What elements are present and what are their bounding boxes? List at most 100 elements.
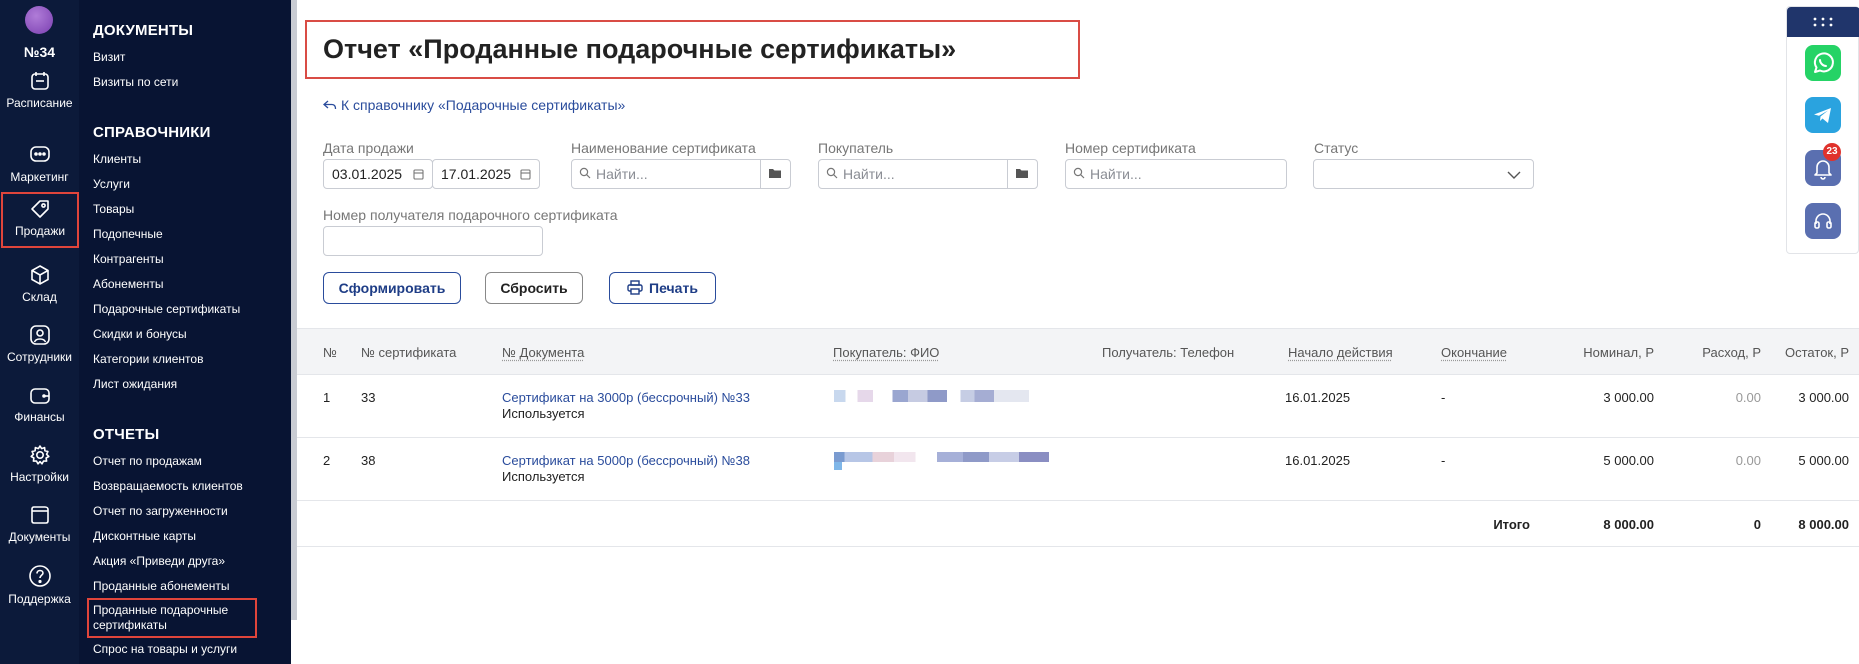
menu-item-wards[interactable]: Подопечные [93,227,163,241]
table-header: № № сертификата № Документа Покупатель: … [297,328,1859,375]
rail-item-settings[interactable]: Настройки [0,440,79,496]
menu-item-refer-friend[interactable]: Акция «Приведи друга» [93,554,225,568]
col-document[interactable]: № Документа [502,345,584,360]
recipient-number-label: Номер получателя подарочного сертификата [323,207,618,223]
rail-label: Склад [22,290,57,304]
rail-item-support[interactable]: Поддержка [0,560,79,616]
chat-icon [29,146,50,162]
menu-item-client-return[interactable]: Возвращаемость клиентов [93,479,243,493]
buyer-placeholder: Найти... [843,166,895,182]
col-nominal: Номинал, Р [1583,345,1654,360]
whatsapp-button[interactable] [1805,45,1841,81]
cell-doc-link[interactable]: Сертификат на 3000р (бессрочный) №33 [502,390,750,405]
reset-button[interactable]: Сбросить [485,272,583,304]
back-link[interactable]: К справочнику «Подарочные сертификаты» [323,97,625,113]
cell-cert: 33 [361,390,376,405]
telegram-button[interactable] [1805,97,1841,133]
col-end[interactable]: Окончание [1441,345,1507,360]
rail-item-documents[interactable]: Документы [0,500,79,556]
menu-heading-reports: ОТЧЕТЫ [93,426,160,443]
menu-item-goods[interactable]: Товары [93,202,134,216]
cell-end: - [1441,453,1446,468]
col-buyer[interactable]: Покупатель: ФИО [833,345,939,360]
menu-item-demand[interactable]: Спрос на товары и услуги [93,642,237,656]
cert-name-placeholder: Найти... [596,166,648,182]
menu-item-network-visits[interactable]: Визиты по сети [93,75,178,89]
cell-doc-status: Используется [502,469,585,484]
back-arrow-icon [323,100,337,110]
menu-item-sales-report[interactable]: Отчет по продажам [93,454,202,468]
col-start[interactable]: Начало действия [1288,345,1393,360]
col-recipient-phone: Получатель: Телефон [1102,345,1235,360]
generate-button[interactable]: Сформировать [323,272,461,304]
tag-icon [31,200,49,218]
cell-end: - [1441,390,1446,405]
cell-rest: 3 000.00 [1798,390,1849,405]
grid-dots-icon [1813,17,1833,27]
cert-name-picker[interactable] [760,160,790,188]
main-content: Отчет «Проданные подарочные сертификаты»… [297,0,1859,664]
folder-icon [1016,169,1028,178]
widget-header[interactable] [1787,7,1859,37]
menu-heading-references: СПРАВОЧНИКИ [93,124,211,141]
cell-spent: 0.00 [1735,453,1761,468]
cert-number-input[interactable]: Найти... [1065,159,1287,189]
cert-name-input[interactable]: Найти... [571,159,791,189]
gear-icon [29,445,50,465]
cell-nominal: 5 000.00 [1603,453,1654,468]
cell-doc-link[interactable]: Сертификат на 5000р (бессрочный) №38 [502,453,750,468]
print-button[interactable]: Печать [609,272,716,304]
rail-item-warehouse[interactable]: Склад [0,260,79,316]
menu-item-sold-subscriptions[interactable]: Проданные абонементы [93,579,229,593]
menu-item-visit[interactable]: Визит [93,50,125,64]
menu-item-subscriptions[interactable]: Абонементы [93,277,164,291]
menu-item-clients[interactable]: Клиенты [93,152,141,166]
menu-item-gift-certificates[interactable]: Подарочные сертификаты [93,302,240,316]
menu-item-waiting-list[interactable]: Лист ожидания [93,377,177,391]
status-select[interactable] [1313,159,1534,189]
rail-label: Поддержка [8,592,71,606]
menu-item-contractors[interactable]: Контрагенты [93,252,164,266]
cert-name-label: Наименование сертификата [571,140,756,156]
rail-item-sales[interactable]: Продажи [1,192,79,248]
sale-date-from[interactable]: 03.01.2025 [323,159,433,189]
rail-item-schedule[interactable]: Расписание [0,66,79,122]
col-cert-number: № сертификата [361,345,457,360]
sale-date-from-value: 03.01.2025 [332,166,403,182]
search-icon [826,167,838,179]
menu-item-load-report[interactable]: Отчет по загруженности [93,504,228,518]
logo[interactable] [25,6,53,34]
rail-item-finance[interactable]: Финансы [0,380,79,436]
support-button[interactable] [1805,203,1841,239]
back-link-label: К справочнику «Подарочные сертификаты» [341,97,626,113]
rail-label: Настройки [10,470,69,484]
menu-item-services[interactable]: Услуги [93,177,130,191]
recipient-number-input[interactable] [323,226,543,256]
wallet-icon [29,388,50,404]
headset-icon [1814,213,1832,229]
cell-spent: 0.00 [1735,390,1761,405]
sale-date-to[interactable]: 17.01.2025 [432,159,540,189]
rail-label: Сотрудники [7,350,72,364]
rail-item-staff[interactable]: Сотрудники [0,320,79,376]
table-row: 1 33 Сертификат на 3000р (бессрочный) №3… [297,375,1859,438]
calendar-icon [30,72,49,90]
menu-heading-documents: ДОКУМЕНТЫ [93,22,194,39]
table-row: 2 38 Сертификат на 5000р (бессрочный) №3… [297,438,1859,501]
menu-item-sold-gift-certificates[interactable]: Проданные подарочные сертификаты [87,598,257,638]
icon-rail: №34 Расписание Маркетинг Продажи Склад С… [0,0,79,664]
cell-rest: 5 000.00 [1798,453,1849,468]
menu-item-discounts[interactable]: Скидки и бонусы [93,327,187,341]
whatsapp-icon [1813,52,1834,73]
buyer-name-redacted [834,452,1049,462]
col-spent: Расход, Р [1702,345,1761,360]
menu-item-discount-cards[interactable]: Дисконтные карты [93,529,196,543]
col-number: № [323,345,337,360]
col-rest: Остаток, Р [1785,345,1849,360]
menu-item-client-categories[interactable]: Категории клиентов [93,352,203,366]
rail-item-marketing[interactable]: Маркетинг [0,140,79,196]
buyer-label: Покупатель [818,140,894,156]
buyer-input[interactable]: Найти... [818,159,1038,189]
buyer-picker[interactable] [1007,160,1037,188]
calendar-icon [413,169,424,180]
